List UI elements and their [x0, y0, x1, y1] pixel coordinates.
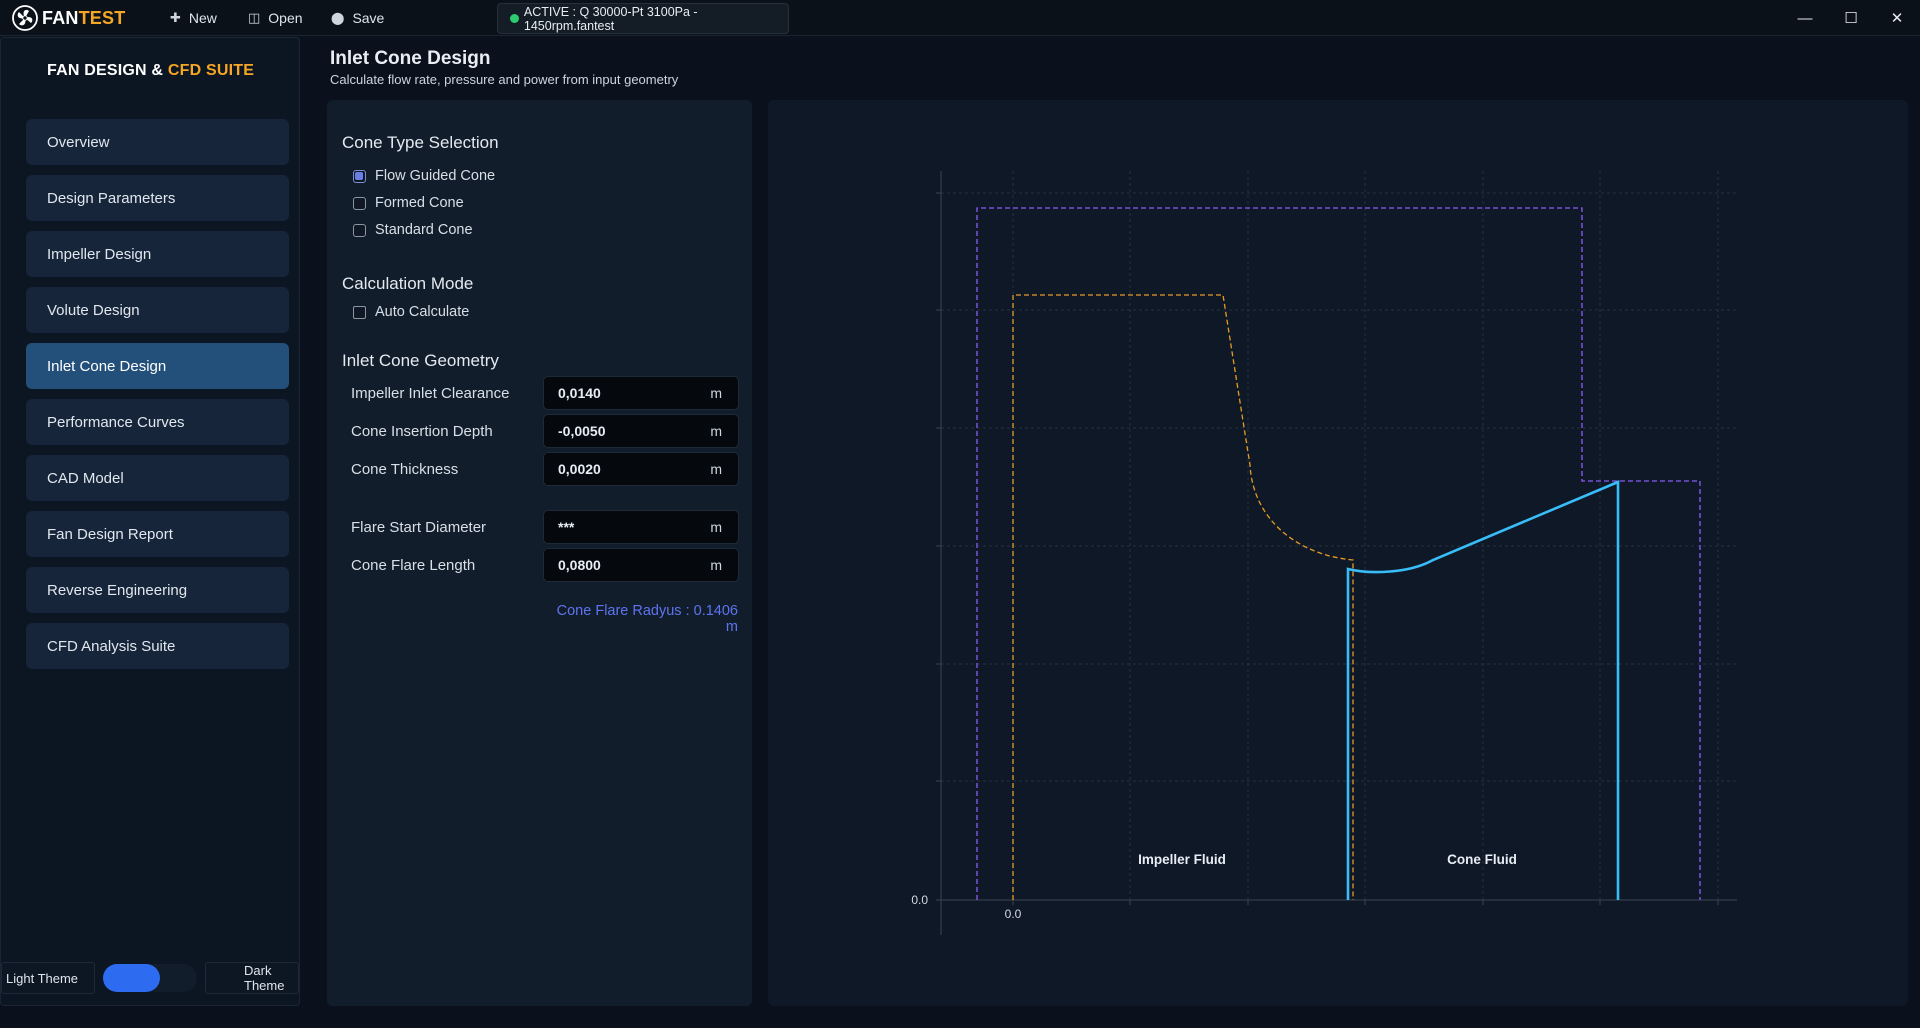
active-file-indicator: ACTIVE : Q 30000-Pt 3100Pa - 1450rpm.fan…	[497, 3, 789, 34]
sidebar-item-impeller-design[interactable]: Impeller Design	[26, 231, 289, 277]
cone-flare-radius-result: Cone Flare Radyus : 0.1406 m	[556, 603, 738, 635]
auto-calculate-toggle[interactable]: Auto Calculate	[353, 302, 469, 322]
new-button[interactable]: ✚ New	[170, 0, 217, 36]
x-axis-origin-label: 0.0	[1005, 907, 1022, 921]
impeller-fluid-label: Impeller Fluid	[1138, 852, 1226, 867]
suite-brand: FAN DESIGN & CFD SUITE	[47, 62, 255, 79]
cone-geometry-plot: 0.0 0.0 Impeller Fluid Cone Fluid	[911, 171, 1737, 935]
sidebar-item-inlet-cone-design[interactable]: Inlet Cone Design	[26, 343, 289, 389]
sidebar: FAN DESIGN & CFD SUITE Overview Design P…	[0, 37, 300, 1006]
sidebar-item-design-parameters[interactable]: Design Parameters	[26, 175, 289, 221]
label-flare-start-diameter: Flare Start Diameter	[351, 519, 487, 536]
light-theme-label[interactable]: Light Theme	[1, 962, 95, 994]
checkbox-checked-icon[interactable]	[353, 169, 366, 183]
dark-theme-label[interactable]: Dark Theme	[205, 962, 299, 994]
option-formed-cone[interactable]: Formed Cone	[353, 193, 464, 213]
cone-flare-length-field[interactable]: m	[543, 548, 739, 582]
title-bar: FANTEST ✚ New ◫ Open ⬤ Save ACTIVE : Q 3…	[0, 0, 1920, 36]
checkbox-icon[interactable]	[353, 223, 366, 237]
active-status-icon	[510, 14, 519, 23]
sidebar-item-volute-design[interactable]: Volute Design	[26, 287, 289, 333]
checkbox-icon[interactable]	[353, 305, 366, 319]
theme-toggle[interactable]	[103, 964, 197, 992]
label-cone-thickness: Cone Thickness	[351, 461, 459, 478]
label-impeller-inlet-clearance: Impeller Inlet Clearance	[351, 385, 510, 402]
cone-insertion-depth-input[interactable]	[558, 415, 698, 447]
theme-toggle-knob	[103, 964, 160, 992]
geometry-preview-panel: 0.0 0.0 Impeller Fluid Cone Fluid	[768, 100, 1908, 1006]
cone-type-heading: Cone Type Selection	[342, 133, 499, 152]
sidebar-item-performance-curves[interactable]: Performance Curves	[26, 399, 289, 445]
label-cone-flare-length: Cone Flare Length	[351, 557, 476, 574]
option-standard-cone[interactable]: Standard Cone	[353, 220, 473, 240]
page-subtitle: Calculate flow rate, pressure and power …	[330, 72, 679, 87]
save-dot-icon: ⬤	[331, 11, 345, 25]
page-title: Inlet Cone Design	[330, 48, 491, 69]
cone-thickness-input[interactable]	[558, 453, 698, 485]
app-name: FANTEST	[42, 7, 126, 28]
sidebar-item-overview[interactable]: Overview	[26, 119, 289, 165]
calc-mode-heading: Calculation Mode	[342, 274, 474, 293]
open-folder-icon: ◫	[248, 10, 261, 25]
minimize-button[interactable]: —	[1782, 0, 1828, 36]
theme-switcher: Light Theme Dark Theme	[1, 962, 301, 994]
maximize-button[interactable]: ☐	[1828, 0, 1874, 36]
y-axis-origin-label: 0.0	[911, 893, 928, 907]
flare-start-diameter-input[interactable]	[558, 511, 698, 543]
cone-thickness-field[interactable]: m	[543, 452, 739, 486]
label-cone-insertion-depth: Cone Insertion Depth	[351, 423, 493, 440]
close-button[interactable]: ✕	[1874, 0, 1920, 36]
sidebar-item-cfd-analysis-suite[interactable]: CFD Analysis Suite	[26, 623, 289, 669]
cone-insertion-depth-field[interactable]: m	[543, 414, 739, 448]
plus-icon: ✚	[170, 10, 181, 25]
geometry-heading: Inlet Cone Geometry	[342, 351, 499, 370]
sidebar-item-cad-model[interactable]: CAD Model	[26, 455, 289, 501]
impeller-inlet-clearance-field[interactable]: m	[543, 376, 739, 410]
housing-outline	[976, 207, 1701, 900]
fan-logo-icon	[12, 5, 38, 31]
cone-fluid-label: Cone Fluid	[1447, 852, 1517, 867]
sidebar-item-fan-design-report[interactable]: Fan Design Report	[26, 511, 289, 557]
save-button[interactable]: ⬤ Save	[331, 0, 384, 36]
cone-flare-length-input[interactable]	[558, 549, 698, 581]
open-button[interactable]: ◫ Open	[248, 0, 303, 36]
sidebar-item-reverse-engineering[interactable]: Reverse Engineering	[26, 567, 289, 613]
checkbox-icon[interactable]	[353, 196, 366, 210]
impeller-inlet-clearance-input[interactable]	[558, 377, 698, 409]
app-logo: FANTEST	[12, 5, 125, 31]
option-flow-guided-cone[interactable]: Flow Guided Cone	[353, 166, 495, 186]
impeller-outline	[1012, 294, 1354, 900]
flare-start-diameter-field[interactable]: m	[543, 510, 739, 544]
